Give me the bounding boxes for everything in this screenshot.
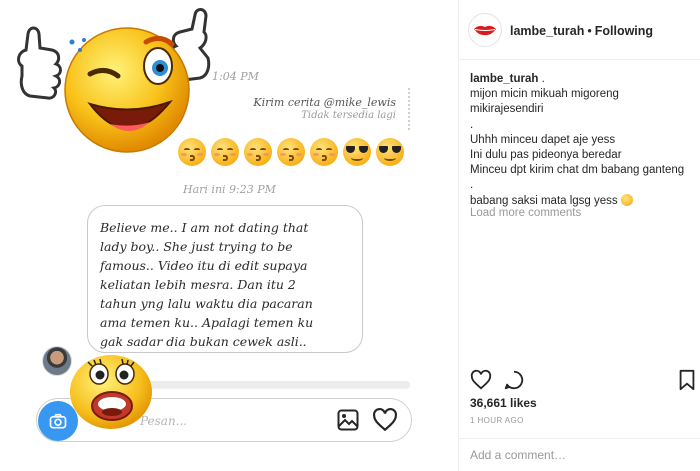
post-actions: 36,661 likes 1 HOUR AGO xyxy=(459,356,700,466)
post-caption: lambe_turah . mijon micin mikuah migoren… xyxy=(470,72,698,209)
lips-logo-icon xyxy=(474,25,496,36)
post-header: lambe_turah • Following xyxy=(459,0,700,60)
add-comment-input[interactable] xyxy=(470,448,670,462)
post-sidebar: lambe_turah • Following lambe_turah . mijo… xyxy=(458,0,700,471)
following-button[interactable]: Following xyxy=(595,24,653,38)
camera-icon xyxy=(49,413,67,429)
caption-line: mijon micin mikuah migoreng xyxy=(470,88,619,101)
caption-line: Uhhh minceu dapet aje yess xyxy=(470,133,616,146)
kissing-face-icon xyxy=(244,138,272,166)
caption-line: Minceu dpt kirim chat dm babang ganteng xyxy=(470,164,685,177)
message-bubble: Believe me.. I am not dating that lady b… xyxy=(87,205,363,353)
header-separator: • xyxy=(587,24,592,38)
post-timestamp[interactable]: 1 HOUR AGO xyxy=(470,416,524,425)
header-info: lambe_turah • Following xyxy=(510,24,653,38)
caption-username[interactable]: lambe_turah xyxy=(470,73,538,85)
story-title: Kirim cerita @mike_lewis xyxy=(253,96,396,109)
post-image[interactable]: 1:04 PM Kirim cerita @mike_lewis Tidak t… xyxy=(0,0,458,471)
likes-count[interactable]: 36,661 likes xyxy=(470,396,537,410)
profile-avatar[interactable] xyxy=(468,13,502,47)
story-subtitle: Tidak tersedia lagi xyxy=(301,110,396,121)
message-time-top: 1:04 PM xyxy=(212,70,259,83)
shocked-face-emoji xyxy=(70,355,152,429)
kissing-face-icon xyxy=(277,138,305,166)
load-more-comments-link[interactable]: Load more comments xyxy=(470,207,581,219)
sunglasses-face-icon xyxy=(343,138,371,166)
heart-outline-icon xyxy=(373,407,397,432)
story-reply-card: Kirim cerita @mike_lewis Tidak tersedia … xyxy=(253,88,410,130)
caption-line: . xyxy=(470,179,474,192)
message-text: Believe me.. I am not dating that lady b… xyxy=(100,220,314,349)
message-time-mid: Hari ini 9:23 PM xyxy=(183,183,276,196)
like-heart-icon[interactable] xyxy=(470,369,492,391)
caption-first-line: . xyxy=(538,73,545,85)
comment-bubble-icon[interactable] xyxy=(503,369,525,391)
kissing-face-icon xyxy=(211,138,239,166)
sunglasses-face-icon xyxy=(376,138,404,166)
winking-thumbs-up-emoji xyxy=(17,8,211,153)
bookmark-icon[interactable] xyxy=(677,369,697,391)
caption-line: Ini dulu pas pideonya beredar xyxy=(470,149,622,162)
gallery-icon xyxy=(337,409,359,431)
caption-line: mikirajesendiri xyxy=(470,103,544,116)
typing-bar xyxy=(140,381,410,389)
kissing-face-icon xyxy=(310,138,338,166)
caption-line: . xyxy=(470,118,474,131)
add-comment-section xyxy=(459,438,700,471)
caption-line: babang saksi mata lgsg yess xyxy=(470,194,618,207)
header-username[interactable]: lambe_turah xyxy=(510,24,584,38)
dm-screenshot: 1:04 PM Kirim cerita @mike_lewis Tidak t… xyxy=(0,0,458,471)
crying-laughing-emoji-icon xyxy=(620,193,633,206)
